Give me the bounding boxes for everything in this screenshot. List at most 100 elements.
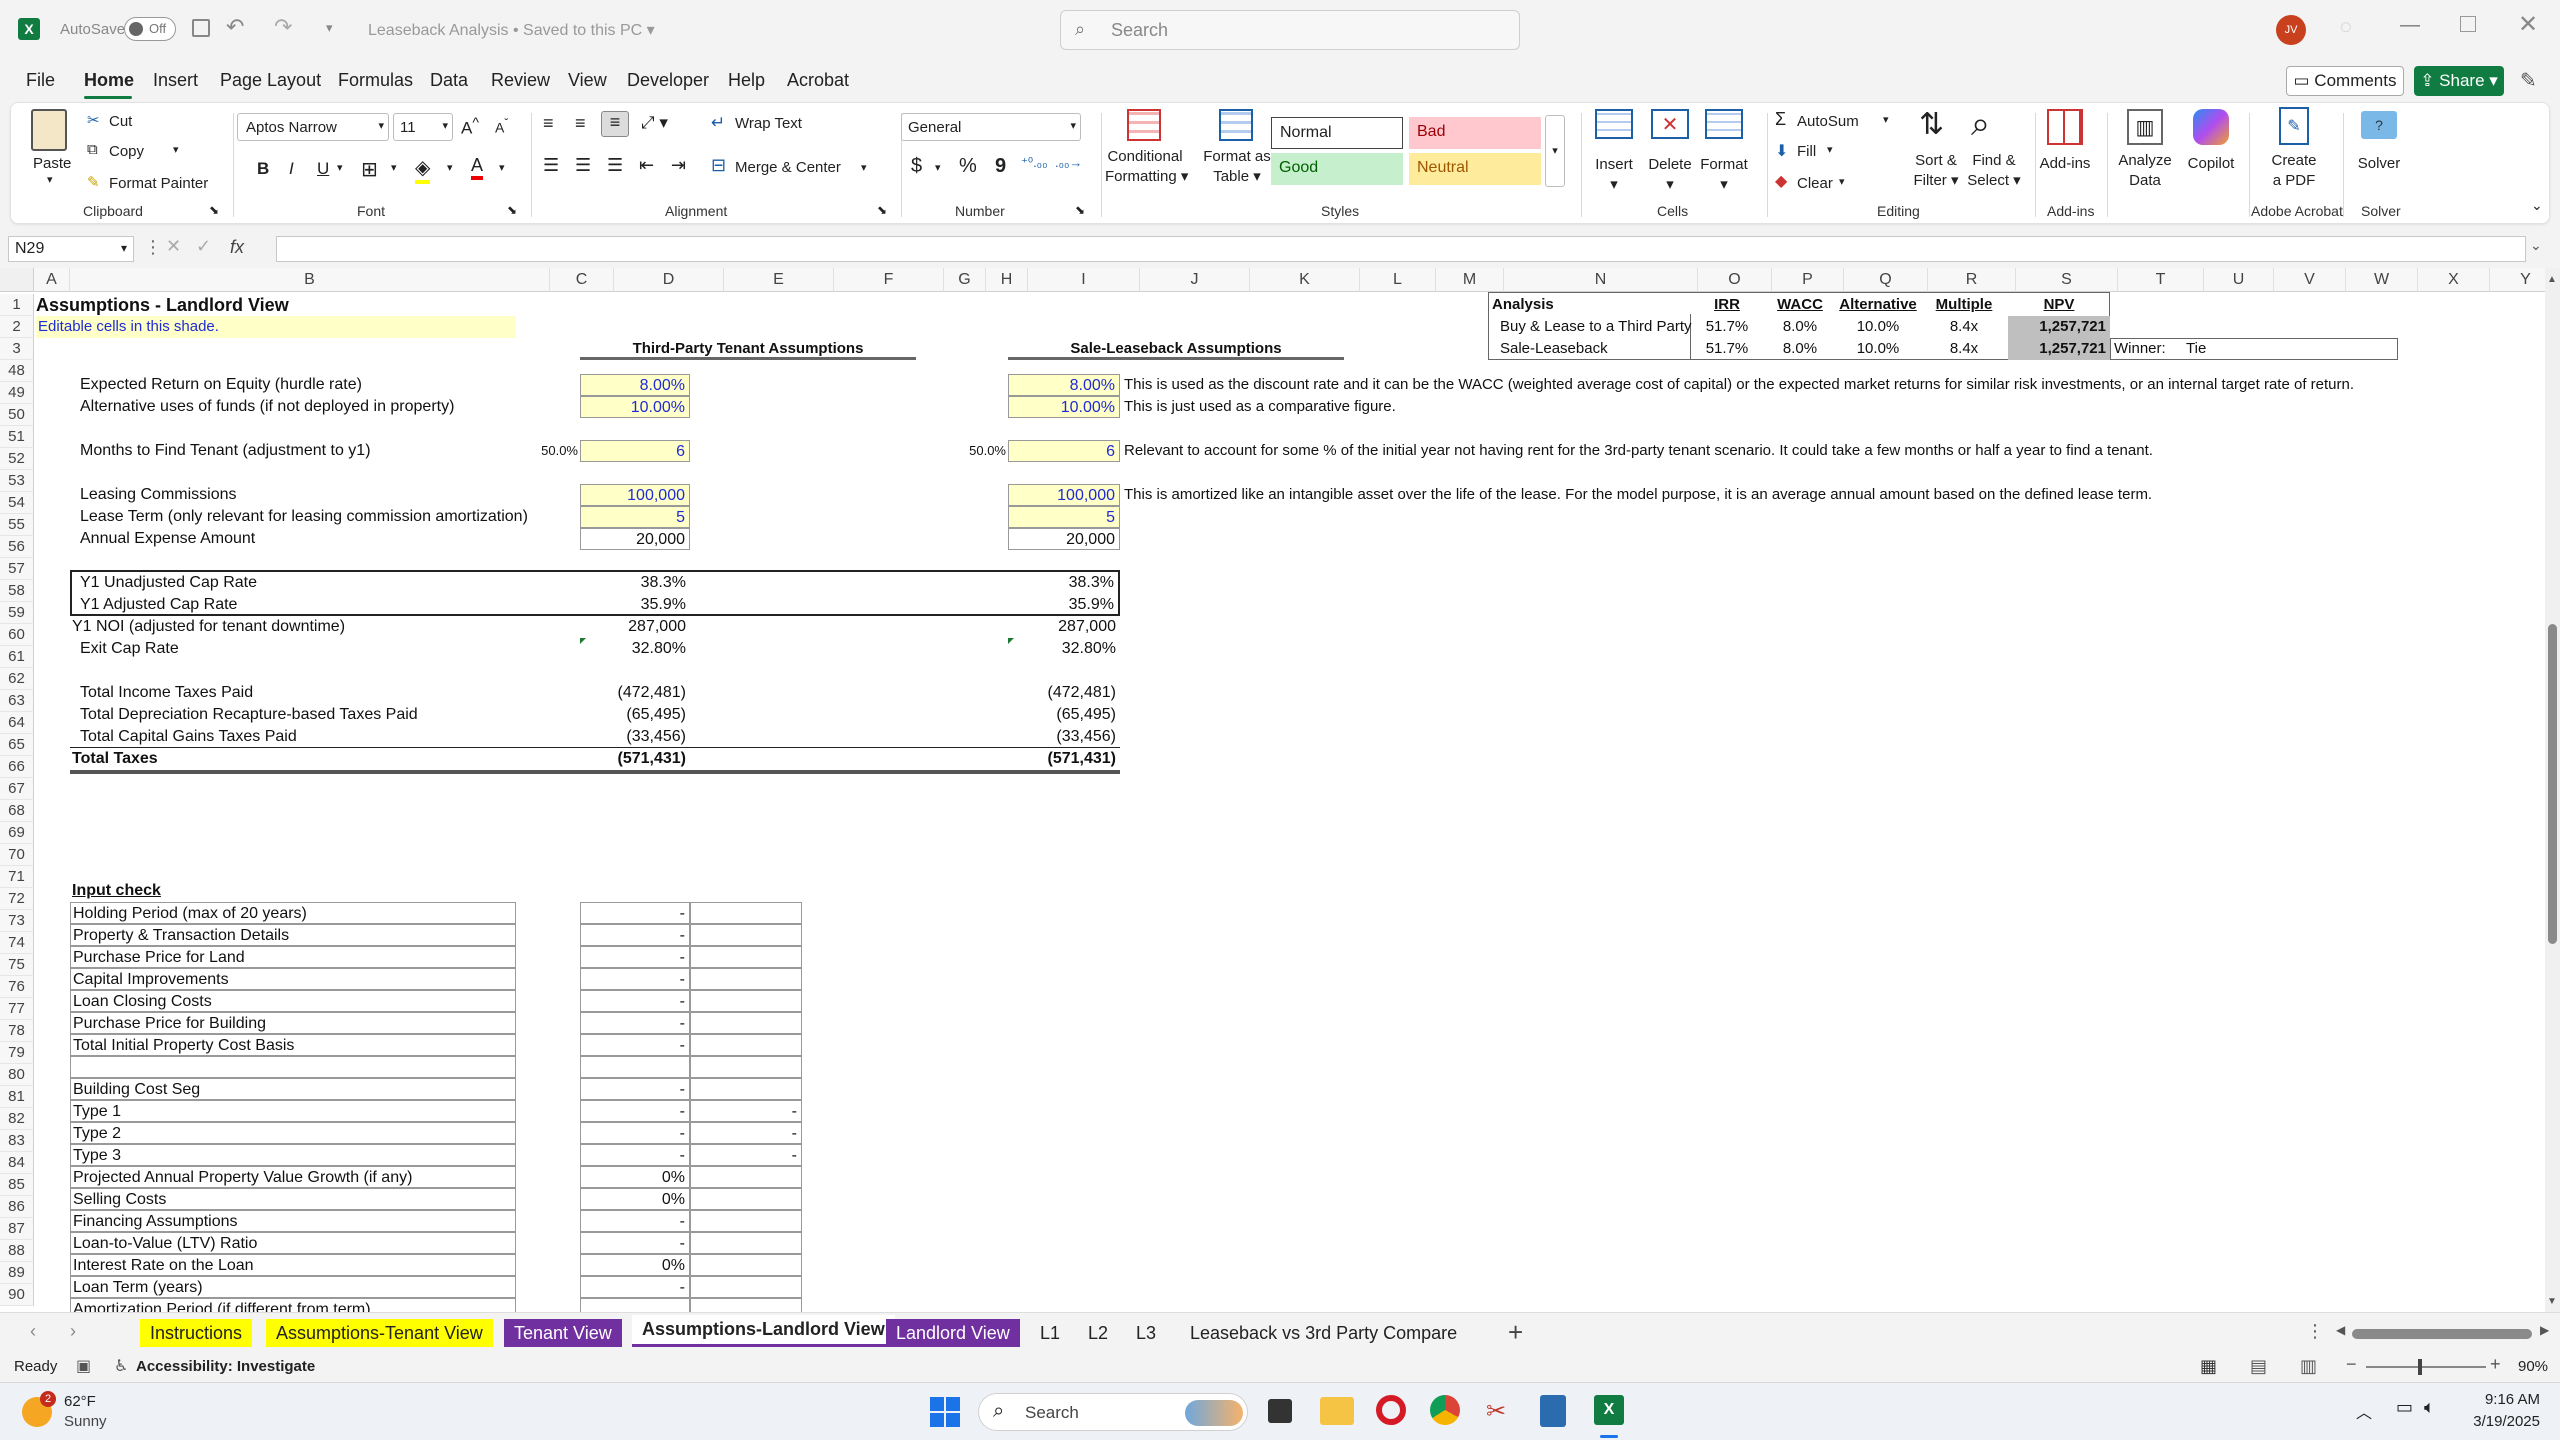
column-header[interactable]: Y [2490,268,2545,292]
scroll-up-icon[interactable]: ▲ [2547,274,2557,285]
copy-dropdown-icon[interactable]: ▾ [173,143,179,156]
taskbar-search[interactable]: ⌕ Search [978,1393,1248,1431]
column-header[interactable]: T [2118,268,2204,292]
column-header[interactable]: H [986,268,1028,292]
vertical-scrollbar[interactable]: ▲ ▼ [2545,268,2560,1312]
analyze-data-button[interactable]: Analyze Data [2115,151,2175,191]
tab-tenant-view[interactable]: Tenant View [504,1319,622,1347]
row-header[interactable]: 64 [0,712,34,734]
column-header[interactable]: N [1504,268,1698,292]
font-name-select[interactable]: Aptos Narrow ▾ [237,113,389,141]
cancel-icon[interactable]: ✕ [166,236,181,257]
align-top-icon[interactable]: ≡ [543,113,554,134]
column-header[interactable]: F [834,268,944,292]
formula-input[interactable] [276,236,2526,262]
column-header[interactable]: A [34,268,70,292]
copy-button[interactable]: Copy [109,143,144,160]
column-header[interactable]: B [70,268,550,292]
orientation-icon[interactable]: ⤢ ▾ [641,113,668,133]
add-sheet-icon[interactable]: + [1508,1317,1523,1348]
format-as-table-icon[interactable] [1219,109,1253,141]
row-header[interactable]: 54 [0,492,34,514]
row-header[interactable]: 49 [0,382,34,404]
tab-assumptions-tenant-view[interactable]: Assumptions-Tenant View [266,1319,493,1347]
name-box[interactable]: N29 ▾ [8,236,134,262]
alignment-launcher-icon[interactable]: ⬊ [877,203,887,217]
row-header[interactable]: 50 [0,404,34,426]
zoom-slider[interactable] [2366,1359,2486,1375]
row-header[interactable]: 67 [0,778,34,800]
zoom-in-icon[interactable]: + [2490,1354,2501,1375]
row-header[interactable]: 3 [0,338,34,360]
tab-prev-icon[interactable]: ‹ [30,1321,36,1342]
row-header[interactable]: 58 [0,580,34,602]
row-header[interactable]: 87 [0,1218,34,1240]
format-as-table-button[interactable]: Format as Table ▾ [1197,147,1277,187]
row-header[interactable]: 78 [0,1020,34,1042]
accessibility-status[interactable]: Accessibility: Investigate [136,1358,315,1375]
insert-cells-icon[interactable] [1595,109,1633,139]
row-header[interactable]: 2 [0,316,34,338]
row-header[interactable]: 60 [0,624,34,646]
volume-icon[interactable]: 🔈︎ [2424,1397,2435,1418]
row-header[interactable]: 57 [0,558,34,580]
row-header[interactable]: 89 [0,1262,34,1284]
minimize-icon[interactable]: — [2400,14,2420,37]
decrease-decimal-icon[interactable]: .₀₀→ [1055,155,1082,170]
menu-insert[interactable]: Insert [153,70,198,91]
fill-button[interactable]: Fill [1797,143,1816,160]
align-middle-icon[interactable]: ≡ [575,113,586,134]
undo-icon[interactable]: ↶ [226,14,244,40]
excel-taskbar-icon[interactable]: X [1594,1395,1624,1425]
input-cell[interactable]: 6 [1008,440,1120,462]
number-format-select[interactable]: General ▾ [901,113,1081,141]
column-header[interactable]: E [724,268,834,292]
find-select-icon[interactable]: ⌕ [1971,105,1990,144]
tab-leaseback-vs-3rd-party-compare[interactable]: Leaseback vs 3rd Party Compare [1180,1319,1467,1347]
create-pdf-button[interactable]: Create a PDF [2259,151,2329,191]
zoom-level[interactable]: 90% [2518,1358,2548,1375]
page-layout-view-icon[interactable]: ▤ [2250,1356,2267,1377]
menu-developer[interactable]: Developer [627,70,709,91]
row-header[interactable]: 70 [0,844,34,866]
zoom-out-icon[interactable]: − [2346,1354,2357,1375]
align-center-icon[interactable]: ☰ [575,155,591,176]
conditional-formatting-button[interactable]: Conditional Formatting ▾ [1105,147,1188,187]
document-title[interactable]: Leaseback Analysis • Saved to this PC ▾ [368,20,655,40]
row-header[interactable]: 76 [0,976,34,998]
share-button[interactable]: ⇪ Share ▾ [2414,66,2504,96]
page-break-view-icon[interactable]: ▥ [2300,1356,2317,1377]
insert-function-button[interactable]: fx [230,237,244,258]
paste-dropdown-icon[interactable]: ▾ [47,173,53,186]
decrease-font-icon[interactable]: Aˇ [495,117,508,136]
percent-button[interactable]: % [959,155,977,178]
input-cell[interactable]: 6 [580,440,690,462]
styles-more-icon[interactable]: ▾ [1545,115,1565,187]
tab-assumptions-landlord-view[interactable]: Assumptions-Landlord View [632,1315,895,1347]
row-header[interactable]: 63 [0,690,34,712]
autosum-icon[interactable]: Σ [1775,109,1786,130]
hscroll-right-icon[interactable]: ▶ [2540,1323,2549,1337]
column-header[interactable]: L [1360,268,1436,292]
addins-icon[interactable] [2047,109,2083,145]
addins-button[interactable]: Add-ins [2035,155,2095,172]
hscroll-left-icon[interactable]: ◀ [2336,1323,2345,1337]
copilot-icon[interactable] [2193,109,2229,145]
align-bottom-icon[interactable]: ≡ [601,111,629,137]
row-header[interactable]: 86 [0,1196,34,1218]
input-cell[interactable]: 5 [580,506,690,528]
input-cell[interactable]: 5 [1008,506,1120,528]
fill-color-dropdown-icon[interactable]: ▾ [447,161,453,174]
tab-l3[interactable]: L3 [1126,1319,1166,1347]
autosum-button[interactable]: AutoSum [1797,113,1859,130]
comma-button[interactable]: 9 [995,155,1006,178]
fill-color-icon[interactable]: ◈ [415,155,431,184]
decrease-indent-icon[interactable]: ⇤ [639,155,654,176]
style-good[interactable]: Good [1271,153,1403,185]
wrap-text-button[interactable]: Wrap Text [735,115,802,132]
borders-icon[interactable]: ⊞ [361,157,378,182]
fill-dropdown-icon[interactable]: ▾ [1827,143,1833,156]
opera-icon[interactable] [1376,1395,1406,1425]
row-header[interactable]: 90 [0,1284,34,1306]
currency-button[interactable]: $ [911,155,922,178]
